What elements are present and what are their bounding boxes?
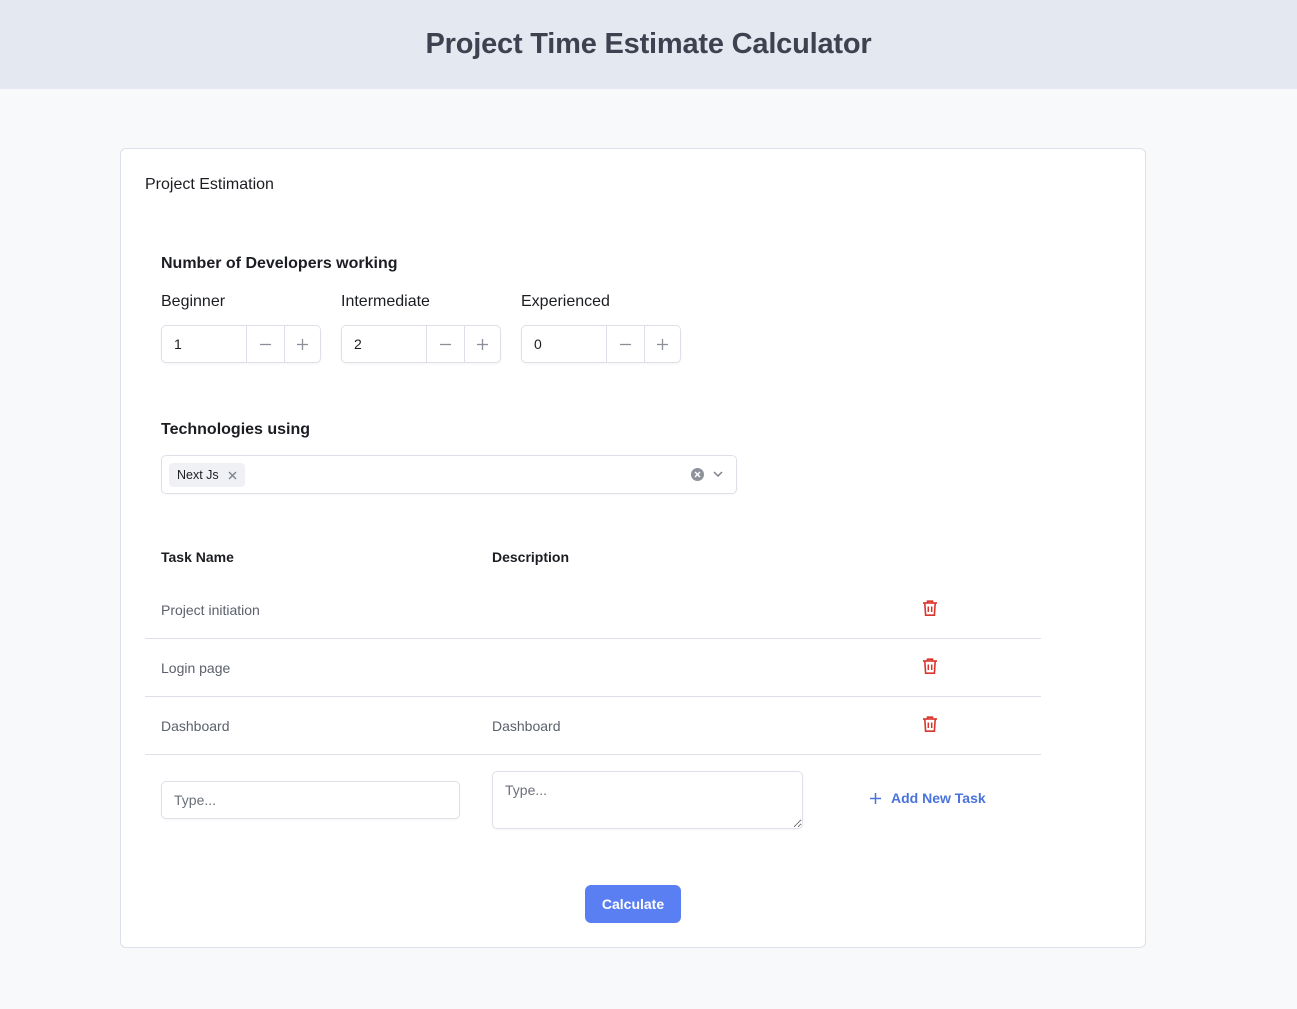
trash-icon [923, 716, 937, 732]
plus-icon [296, 338, 308, 350]
delete-task-button[interactable] [921, 599, 939, 622]
minus-icon [619, 343, 631, 345]
delete-task-button[interactable] [921, 657, 939, 680]
delete-task-button[interactable] [921, 715, 939, 738]
dropdown-toggle[interactable] [711, 467, 725, 486]
minus-icon [439, 343, 451, 345]
add-new-task-button[interactable]: Add New Task [869, 790, 986, 806]
remove-chip-button[interactable] [228, 471, 237, 480]
task-name-cell: Login page [161, 660, 231, 676]
beginner-value[interactable]: 1 [162, 326, 247, 362]
card-title: Project Estimation [145, 176, 274, 193]
clear-circle-icon [691, 468, 704, 481]
chevron-down-icon [713, 471, 723, 478]
plus-icon [656, 338, 668, 350]
new-task-name-input[interactable] [161, 781, 460, 819]
add-new-task-label: Add New Task [891, 790, 986, 806]
experienced-label: Experienced [521, 293, 610, 310]
close-icon [228, 471, 237, 479]
experienced-value[interactable]: 0 [522, 326, 607, 362]
experienced-decrement-button[interactable] [607, 326, 644, 362]
technology-chip-label: Next Js [177, 468, 219, 482]
beginner-label: Beginner [161, 293, 226, 310]
technologies-heading: Technologies using [161, 421, 311, 438]
developers-heading: Number of Developers working [161, 255, 398, 272]
calculate-button[interactable]: Calculate [585, 885, 681, 923]
intermediate-decrement-button[interactable] [427, 326, 464, 362]
intermediate-increment-button[interactable] [463, 326, 501, 362]
description-header: Description [492, 549, 570, 565]
estimation-card: Project Estimation Number of Developers … [120, 148, 1146, 948]
task-name-cell: Dashboard [161, 718, 230, 734]
experienced-stepper: 0 [521, 325, 681, 363]
minus-icon [259, 343, 271, 345]
beginner-decrement-button[interactable] [247, 326, 284, 362]
plus-icon [869, 792, 882, 805]
intermediate-stepper: 2 [341, 325, 501, 363]
page-header: Project Time Estimate Calculator [0, 0, 1297, 89]
table-row: Login page [145, 639, 1041, 697]
beginner-stepper: 1 [161, 325, 321, 363]
trash-icon [923, 600, 937, 616]
task-name-header: Task Name [161, 549, 234, 565]
intermediate-label: Intermediate [341, 293, 430, 310]
plus-icon [476, 338, 488, 350]
new-task-description-input[interactable] [492, 771, 803, 829]
task-description-cell: Dashboard [492, 718, 561, 734]
task-name-cell: Project initiation [161, 602, 260, 618]
table-row: Project initiation [145, 581, 1041, 639]
experienced-increment-button[interactable] [643, 326, 681, 362]
technologies-select[interactable]: Next Js [161, 455, 737, 494]
intermediate-value[interactable]: 2 [342, 326, 427, 362]
technology-chip: Next Js [169, 463, 245, 487]
page-title: Project Time Estimate Calculator [425, 28, 872, 60]
trash-icon [923, 658, 937, 674]
table-row: Dashboard Dashboard [145, 697, 1041, 755]
beginner-increment-button[interactable] [283, 326, 321, 362]
clear-selection-button[interactable] [690, 467, 705, 487]
